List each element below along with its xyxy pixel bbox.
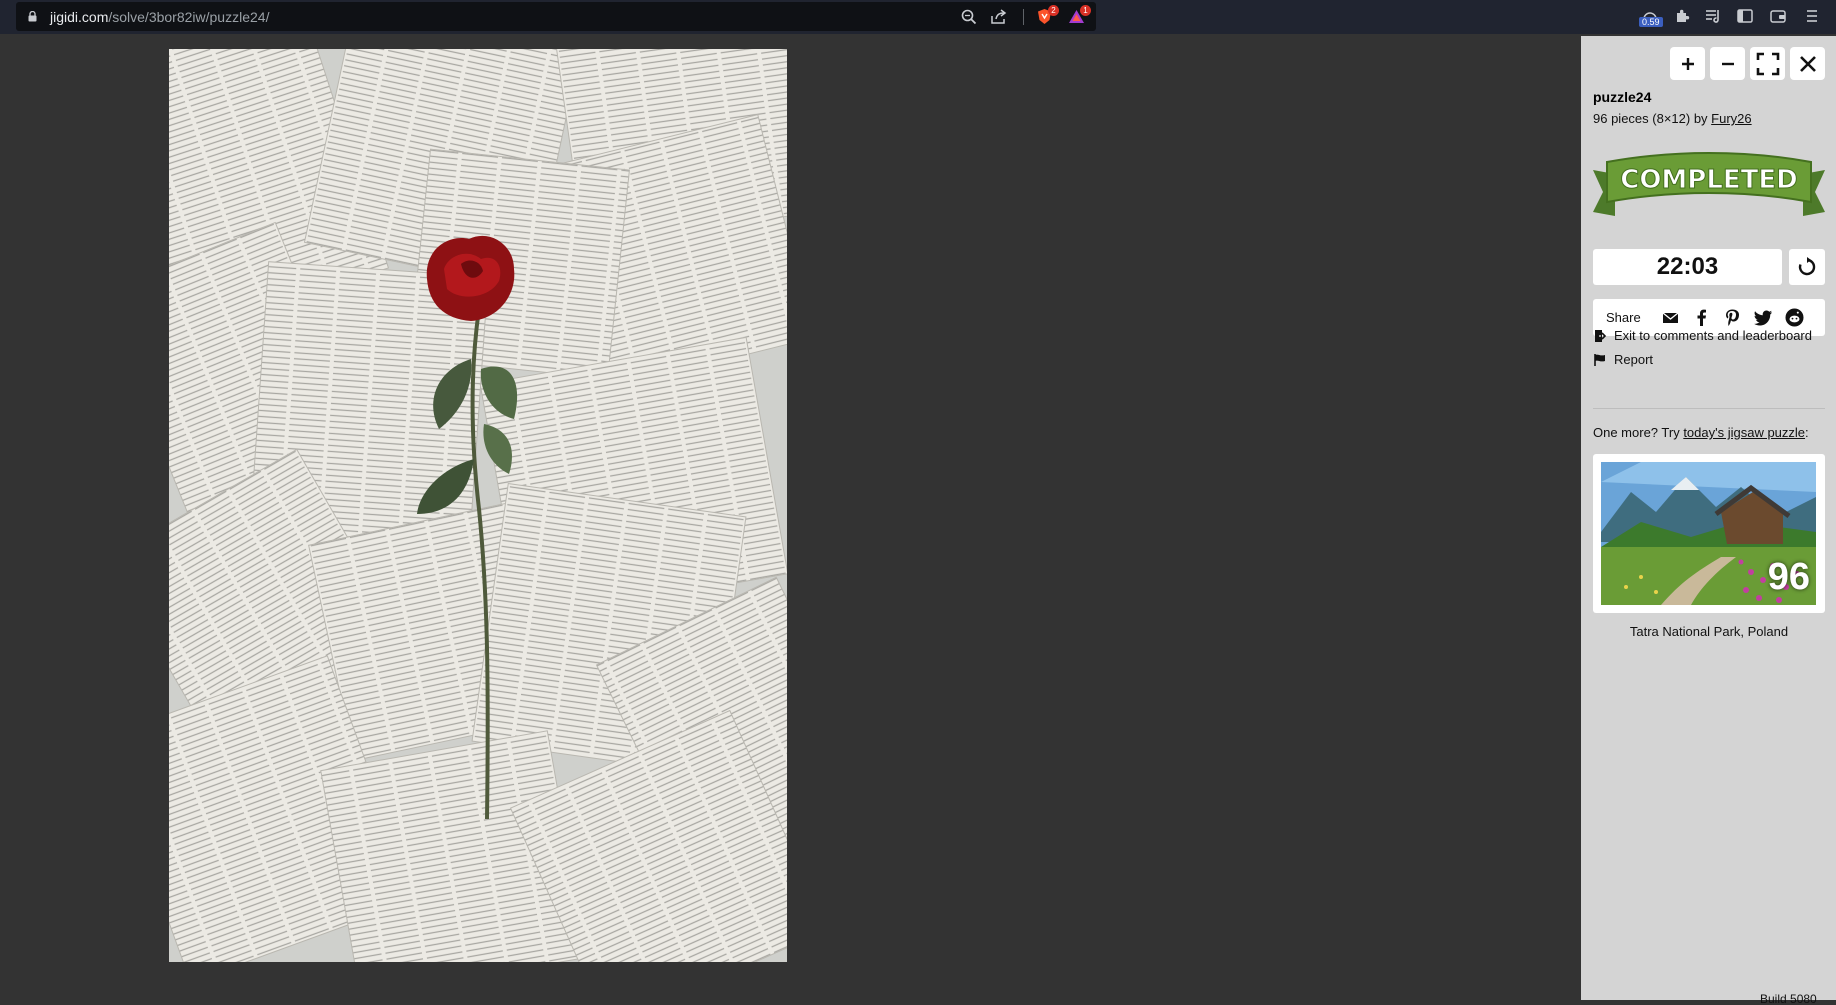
extensions-icon[interactable] <box>1673 7 1691 25</box>
zoom-icon[interactable] <box>960 8 978 26</box>
completed-banner: COMPLETED <box>1593 148 1825 228</box>
rewards-count: 1 <box>1080 5 1091 16</box>
lock-icon[interactable] <box>28 11 37 22</box>
speed-readout: 0.59 <box>1639 17 1663 27</box>
share-icon[interactable] <box>990 8 1008 26</box>
brave-shields-icon[interactable]: 2 <box>1036 5 1059 25</box>
report-link-text: Report <box>1614 352 1654 367</box>
restart-button[interactable] <box>1789 249 1825 285</box>
menu-icon[interactable] <box>1803 7 1821 25</box>
close-button[interactable] <box>1790 47 1825 80</box>
todays-puzzle-thumbnail[interactable]: 96 <box>1601 462 1816 605</box>
puzzle-title: puzzle24 <box>1593 89 1652 105</box>
fullscreen-icon <box>1756 52 1779 75</box>
exit-icon <box>1595 329 1607 342</box>
reddit-icon[interactable] <box>1785 308 1804 327</box>
restart-icon <box>1798 257 1816 276</box>
section-divider <box>1593 408 1825 409</box>
one-more-suffix: : <box>1805 425 1809 440</box>
one-more-text: One more? Try today's jigsaw puzzle: <box>1593 425 1809 440</box>
todays-puzzle-caption: Tatra National Park, Poland <box>1629 624 1789 639</box>
thumbnail-piece-count: 96 <box>1767 556 1810 598</box>
playlist-icon[interactable] <box>1704 7 1722 25</box>
timer-display: 22:03 <box>1593 249 1782 285</box>
exit-link[interactable]: Exit to comments and leaderboard <box>1593 328 1812 343</box>
completed-text: COMPLETED <box>1620 165 1798 195</box>
browser-toolbar: jigidi.com/solve/3bor82iw/puzzle24/ 2 1 … <box>0 0 1836 34</box>
puzzle-image[interactable] <box>169 49 787 962</box>
todays-puzzle-link[interactable]: today's jigsaw puzzle <box>1683 425 1805 440</box>
fullscreen-button[interactable] <box>1750 47 1785 80</box>
todays-puzzle-card[interactable]: 96 <box>1593 454 1825 613</box>
share-label: Share <box>1606 310 1641 325</box>
zoom-out-button[interactable] <box>1710 47 1745 80</box>
pinterest-icon[interactable] <box>1723 308 1742 327</box>
puzzle-sidebar: puzzle24 96 pieces (8×12) by Fury26 COMP… <box>1581 36 1836 1000</box>
build-label: Build 5080 <box>1760 992 1817 1005</box>
url-path: /solve/3bor82iw/puzzle24/ <box>108 9 270 25</box>
author-link[interactable]: Fury26 <box>1711 111 1751 126</box>
minus-icon <box>1721 62 1734 65</box>
address-bar[interactable]: jigidi.com/solve/3bor82iw/puzzle24/ 2 1 <box>16 2 1096 31</box>
plus-icon <box>1681 57 1694 70</box>
brave-rewards-icon[interactable]: 1 <box>1068 5 1091 25</box>
url-separator <box>1023 9 1024 25</box>
sidebar-icon[interactable] <box>1736 7 1754 25</box>
flag-icon <box>1594 353 1605 366</box>
shields-count: 2 <box>1048 5 1059 16</box>
exit-link-text: Exit to comments and leaderboard <box>1614 328 1812 343</box>
puzzle-meta: 96 pieces (8×12) by Fury26 <box>1593 111 1752 126</box>
url-host: jigidi.com <box>50 9 109 25</box>
email-icon[interactable] <box>1661 308 1680 327</box>
twitter-icon[interactable] <box>1754 308 1773 327</box>
report-link[interactable]: Report <box>1593 352 1653 367</box>
close-icon <box>1799 55 1816 72</box>
pieces-info: 96 pieces (8×12) by <box>1593 111 1712 126</box>
url-text[interactable]: jigidi.com/solve/3bor82iw/puzzle24/ <box>50 9 269 25</box>
one-more-prefix: One more? Try <box>1593 425 1684 440</box>
wallet-icon[interactable] <box>1769 7 1787 25</box>
facebook-icon[interactable] <box>1692 308 1711 327</box>
zoom-in-button[interactable] <box>1670 47 1705 80</box>
